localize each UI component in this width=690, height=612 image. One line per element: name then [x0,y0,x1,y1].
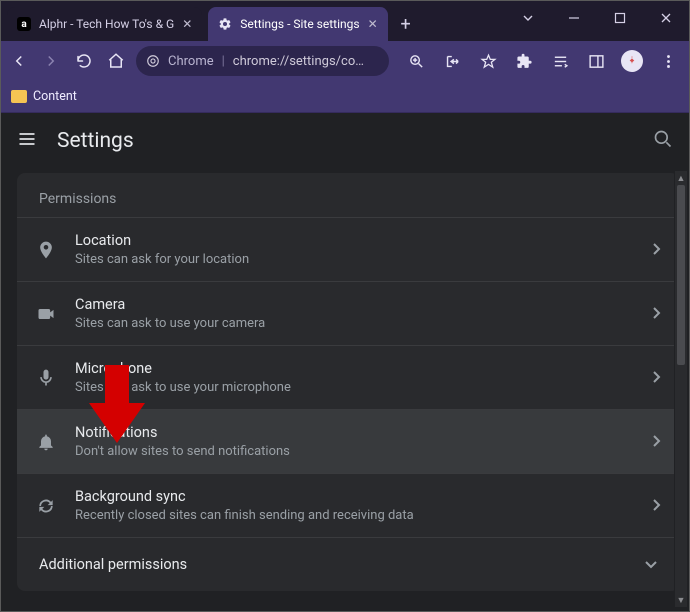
tab-settings[interactable]: Settings - Site settings ✕ [208,7,387,41]
scrollbar-thumb[interactable] [677,185,685,365]
bookmark-star-icon[interactable] [473,46,503,76]
row-sub: Recently closed sites can finish sending… [75,508,653,523]
caret-down-icon[interactable] [505,1,551,35]
menu-icon[interactable] [17,129,37,153]
forward-button[interactable] [39,46,63,76]
maximize-button[interactable] [597,1,643,35]
window-controls [505,1,689,35]
chevron-down-icon [645,556,657,573]
settings-page-header: Settings [1,113,689,169]
permissions-card: Permissions Location Sites can ask for y… [17,173,679,591]
window-titlebar: a Alphr - Tech How To's & G ✕ Settings -… [1,1,689,41]
folder-icon [11,90,27,103]
menu-button[interactable] [653,46,683,76]
row-additional-permissions[interactable]: Additional permissions [17,537,679,591]
bell-icon [35,431,57,453]
gear-icon [218,17,232,31]
row-sub: Sites can ask to use your camera [75,316,653,331]
share-icon[interactable] [437,46,467,76]
profile-avatar[interactable] [617,46,647,76]
chevron-right-icon [653,304,661,323]
row-microphone[interactable]: Microphone Sites can ask to use your mic… [17,345,679,409]
tab-title: Settings - Site settings [240,17,359,31]
row-sub: Don't allow sites to send notifications [75,444,653,459]
settings-content: Permissions Location Sites can ask for y… [1,169,689,611]
bookmark-label: Content [33,89,77,104]
minimize-button[interactable] [551,1,597,35]
page-title: Settings [57,129,134,153]
row-title: Background sync [75,488,653,505]
tab-alphr[interactable]: a Alphr - Tech How To's & G ✕ [7,7,202,41]
row-title: Location [75,232,653,249]
scroll-up-icon[interactable]: ▲ [675,171,687,185]
alphr-favicon-icon: a [17,17,31,31]
scroll-down-icon[interactable]: ▼ [675,593,687,607]
row-title: Notifications [75,424,653,441]
row-title: Camera [75,296,653,313]
row-notifications[interactable]: Notifications Don't allow sites to send … [17,409,679,473]
close-icon[interactable]: ✕ [368,17,378,31]
chevron-right-icon [653,368,661,387]
search-icon[interactable] [653,129,673,153]
additional-label: Additional permissions [39,556,187,573]
row-sub: Sites can ask for your location [75,252,653,267]
row-camera[interactable]: Camera Sites can ask to use your camera [17,281,679,345]
address-bar: Chrome | chrome://settings/co… [1,41,689,81]
reload-button[interactable] [72,46,96,76]
bookmarks-bar: Content [1,81,689,113]
section-label: Permissions [17,173,679,217]
chevron-right-icon [653,432,661,451]
side-panel-icon[interactable] [581,46,611,76]
microphone-icon [35,367,57,389]
omnibox-scheme-label: Chrome [168,54,214,69]
camera-icon [35,303,57,325]
omnibox-url: chrome://settings/co… [233,54,364,69]
reading-list-icon[interactable] [545,46,575,76]
location-icon [35,239,57,261]
new-tab-button[interactable]: + [392,10,420,38]
chrome-icon [146,54,160,68]
chevron-right-icon [653,496,661,515]
row-location[interactable]: Location Sites can ask for your location [17,217,679,281]
back-button[interactable] [7,46,31,76]
home-button[interactable] [104,46,128,76]
zoom-icon[interactable] [401,46,431,76]
bookmark-content-folder[interactable]: Content [11,89,77,104]
row-title: Microphone [75,360,653,377]
sync-icon [35,495,57,517]
chevron-right-icon [653,240,661,259]
row-sub: Sites can ask to use your microphone [75,380,653,395]
extensions-icon[interactable] [509,46,539,76]
close-window-button[interactable] [643,1,689,35]
vertical-scrollbar[interactable]: ▲ ▼ [674,171,687,607]
omnibox[interactable]: Chrome | chrome://settings/co… [136,46,389,76]
tab-title: Alphr - Tech How To's & G [39,17,174,31]
close-icon[interactable]: ✕ [182,17,192,31]
row-background-sync[interactable]: Background sync Recently closed sites ca… [17,473,679,537]
